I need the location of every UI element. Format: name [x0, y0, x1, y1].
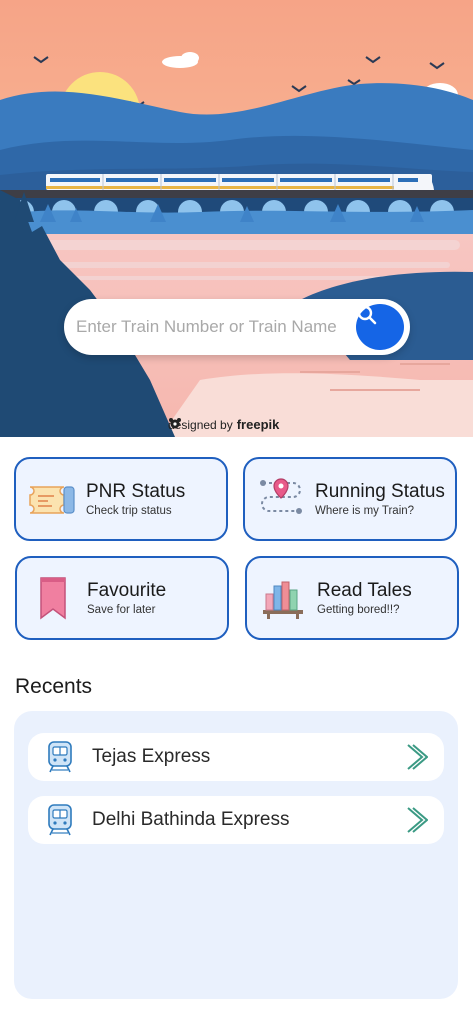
recents-heading: Recents	[15, 675, 93, 698]
search-icon	[357, 305, 377, 325]
books-icon	[263, 581, 303, 619]
search-input[interactable]	[76, 309, 346, 345]
chevron-right-icon	[407, 807, 428, 833]
credit-brand: freepik	[236, 417, 280, 432]
card-title: Read Tales	[317, 580, 412, 601]
card-subtitle: Where is my Train?	[315, 505, 415, 517]
route-pin-icon	[260, 478, 302, 514]
favourite-card[interactable]: Favourite Save for later	[15, 556, 229, 640]
hero-illustration	[0, 0, 473, 437]
card-subtitle: Getting bored!!?	[317, 604, 400, 616]
read-tales-card[interactable]: Read Tales Getting bored!!?	[245, 556, 459, 640]
recent-train-name: Tejas Express	[92, 746, 211, 767]
chevron-right-icon	[407, 744, 428, 770]
pnr-status-card[interactable]: PNR Status Check trip status	[14, 457, 228, 541]
recent-item-tejas-express[interactable]: Tejas Express	[28, 733, 444, 781]
illustration-credit: designed by freepik	[168, 417, 279, 432]
bookmark-icon	[40, 577, 66, 620]
card-title: Favourite	[87, 580, 167, 601]
recent-item-delhi-bathinda-express[interactable]: Delhi Bathinda Express	[28, 796, 444, 844]
card-subtitle: Save for later	[87, 604, 156, 616]
ticket-icon	[29, 486, 75, 514]
train-icon	[48, 804, 72, 836]
search-bar	[64, 299, 410, 355]
card-title: Running Status	[315, 481, 445, 502]
search-button[interactable]	[356, 304, 404, 350]
recent-train-name: Delhi Bathinda Express	[92, 809, 290, 830]
card-title: PNR Status	[86, 481, 186, 502]
running-status-card[interactable]: Running Status Where is my Train?	[243, 457, 457, 541]
freepik-logo-icon	[169, 418, 181, 429]
train-icon	[48, 741, 72, 773]
card-subtitle: Check trip status	[86, 505, 172, 517]
hero-banner: designed by freepik	[0, 0, 473, 437]
